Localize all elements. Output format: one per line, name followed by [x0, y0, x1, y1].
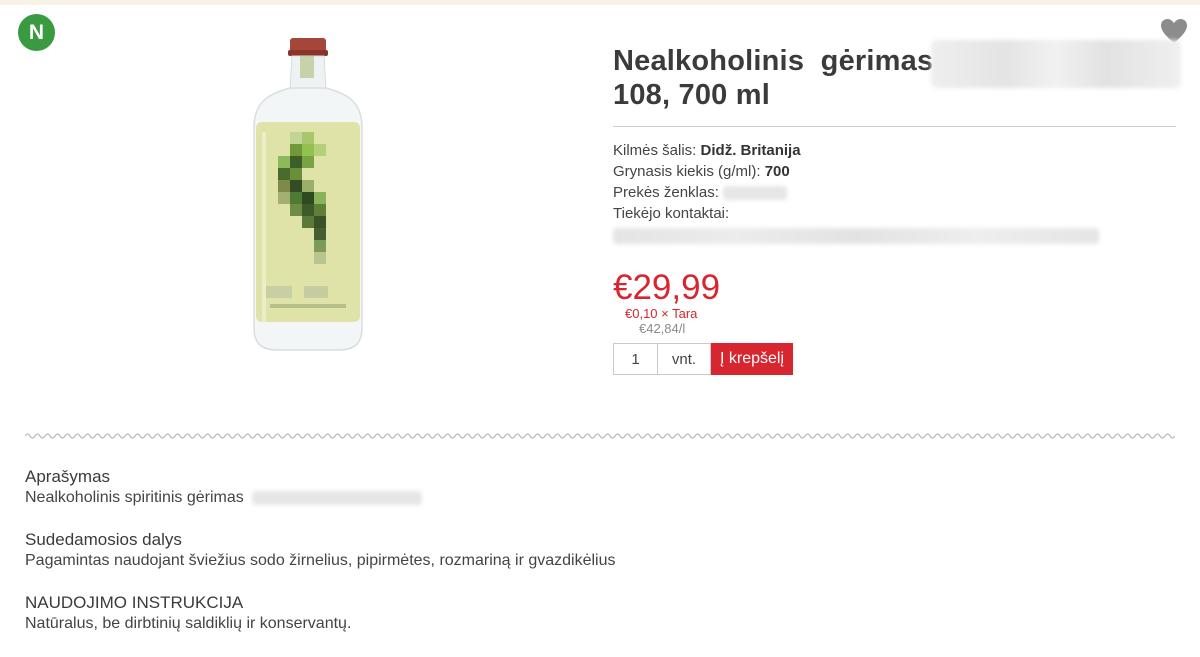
section-text-content: Nealkoholinis spiritinis gėrimas [25, 489, 244, 506]
product-description: Aprašymas Nealkoholinis spiritinis gėrim… [25, 466, 1175, 655]
usage-section: NAUDOJIMO INSTRUKCIJA Natūralus, be dirb… [25, 592, 1175, 635]
add-to-cart-button[interactable]: Į krepšelį [711, 343, 794, 375]
unit-label: vnt. [658, 343, 711, 375]
unit-price: €42,84/l [639, 321, 686, 336]
product-title-line1: Nealkoholinis gėrimas [613, 45, 934, 77]
tara-deposit: €0,10 × Tara [625, 306, 698, 321]
description-section: Aprašymas Nealkoholinis spiritinis gėrim… [25, 466, 1175, 509]
product-specs: Kilmės šalis: Didž. Britanija Grynasis k… [613, 140, 1176, 244]
section-text: Pagamintas naudojant šviežius sodo žirne… [25, 552, 616, 569]
redacted-brand [931, 40, 1181, 88]
top-strip [0, 0, 1200, 5]
redacted-supplier-contacts [613, 228, 1099, 244]
spec-value: 700 [764, 163, 790, 180]
section-text: Natūralus, be dirbtinių saldiklių ir kon… [25, 615, 352, 632]
redacted-brand-value [723, 186, 788, 201]
ingredients-section: Sudedamosios dalys Pagamintas naudojant … [25, 529, 1175, 572]
spec-country: Kilmės šalis: Didž. Britanija [613, 140, 1176, 161]
spec-label: Tiekėjo kontaktai: [613, 205, 730, 222]
add-to-cart-row: vnt. Į krepšelį [613, 343, 1176, 375]
price: €29,99 [613, 268, 721, 307]
product-title-line2: 108, 700 ml [613, 79, 770, 111]
title-divider [613, 126, 1176, 127]
section-text: Nealkoholinis spiritinis gėrimas [25, 487, 1175, 509]
spec-value: Didž. Britanija [700, 142, 801, 159]
product-title: Nealkoholinis gėrimas 108, 700 ml [613, 40, 1181, 112]
spec-label: Grynasis kiekis (g/ml): [613, 163, 761, 180]
spec-label: Kilmės šalis: [613, 142, 697, 159]
product-info: Nealkoholinis gėrimas 108, 700 ml Kilmės… [613, 40, 1181, 375]
quantity-input[interactable] [613, 343, 658, 375]
section-heading: Sudedamosios dalys [25, 530, 182, 549]
product-image [253, 38, 363, 351]
spec-net-quantity: Grynasis kiekis (g/ml): 700 [613, 161, 1176, 182]
wavy-divider [25, 433, 1175, 439]
section-heading: Aprašymas [25, 467, 111, 486]
new-badge: N [18, 14, 55, 51]
spec-supplier: Tiekėjo kontaktai: [613, 203, 1176, 224]
spec-brand: Prekės ženklas: [613, 182, 1176, 203]
section-heading: NAUDOJIMO INSTRUKCIJA [25, 593, 244, 612]
redacted-product-name [252, 490, 423, 505]
spec-label: Prekės ženklas: [613, 184, 719, 201]
